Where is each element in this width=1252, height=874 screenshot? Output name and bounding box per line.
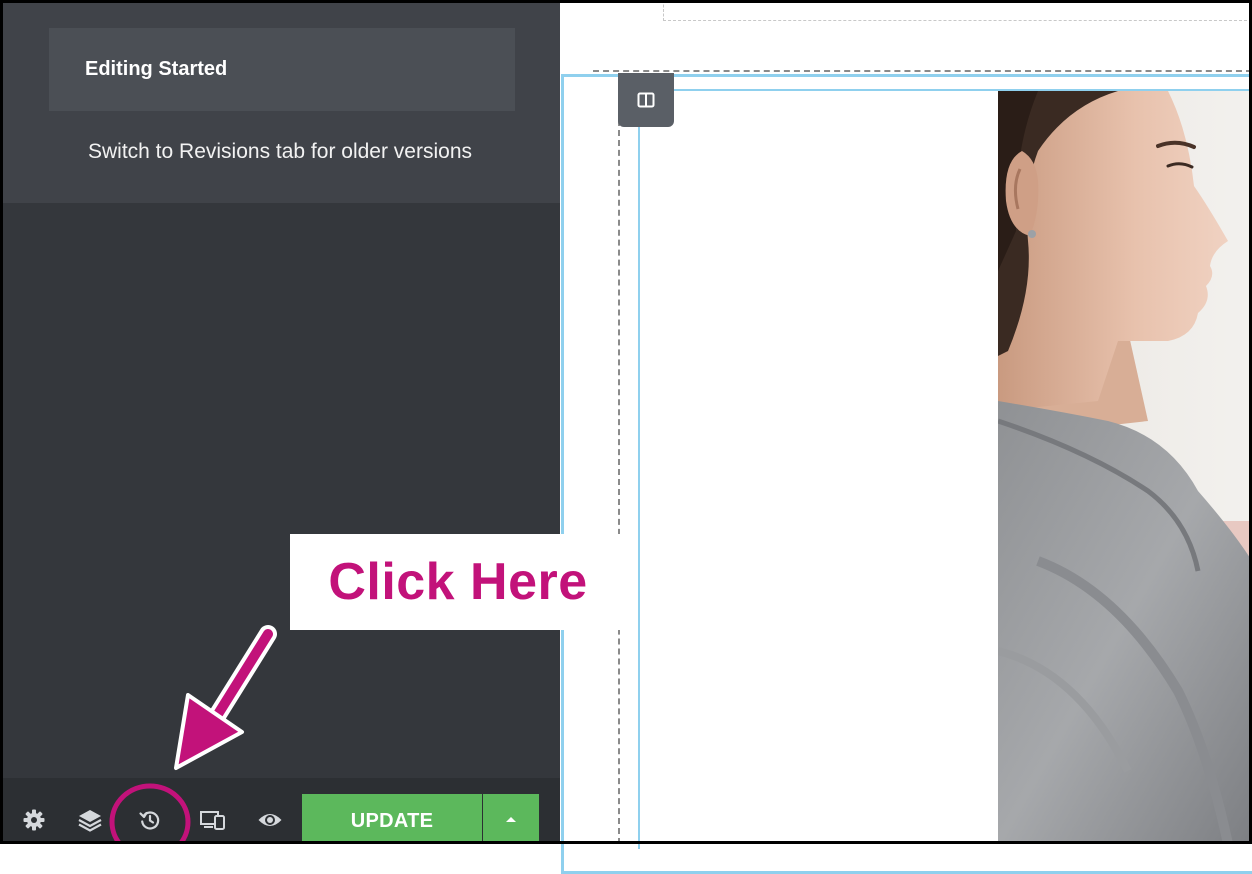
click-here-text: Click Here	[328, 553, 588, 611]
columns-icon	[637, 92, 655, 108]
update-button[interactable]: UPDATE	[302, 794, 482, 844]
history-panel: Editing Started Switch to Revisions tab …	[0, 0, 560, 203]
click-here-callout: Click Here	[290, 534, 626, 630]
preview-button[interactable]	[250, 800, 290, 840]
navigator-button[interactable]	[70, 800, 110, 840]
history-item-label: Editing Started	[85, 58, 228, 80]
woman-photo-illustration	[998, 91, 1252, 844]
revisions-hint: Switch to Revisions tab for older versio…	[88, 140, 472, 163]
layers-icon	[78, 810, 102, 832]
responsive-mode-button[interactable]	[193, 800, 233, 840]
settings-button[interactable]	[14, 800, 54, 840]
woman-profile-image[interactable]	[998, 91, 1252, 844]
caret-up-icon	[506, 817, 516, 822]
column-edit-handle[interactable]	[618, 73, 674, 127]
section-dashed-outline	[593, 70, 1252, 72]
history-icon	[139, 811, 160, 830]
history-button[interactable]	[130, 800, 170, 840]
gear-icon	[23, 809, 45, 831]
history-item-current[interactable]: Editing Started	[49, 28, 515, 111]
eye-icon	[258, 814, 282, 826]
column-dashed-outline	[618, 120, 620, 844]
save-options-button[interactable]	[483, 794, 539, 844]
devices-icon	[200, 811, 225, 830]
editor-panel: Editing Started Switch to Revisions tab …	[0, 0, 560, 844]
upper-section-outline	[663, 0, 1252, 21]
